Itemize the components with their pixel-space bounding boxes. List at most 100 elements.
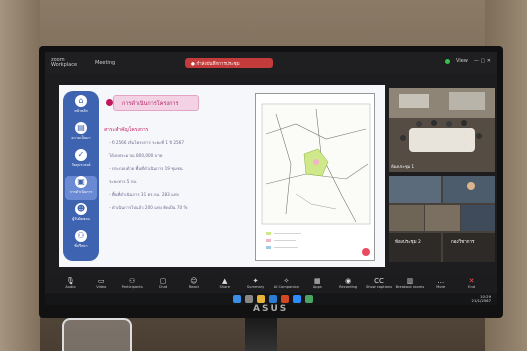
sidebar-item-background[interactable]: ▤ ความเป็นมา — [65, 122, 97, 146]
toolbar-label: More — [436, 285, 446, 289]
group-icon: ⚇ — [75, 230, 87, 242]
room-background: zoom Workplace Meeting ● กำลังบันทึกการป… — [0, 0, 527, 351]
toolbar-label: Chat — [158, 285, 168, 289]
bullet-line: ระยะทาง 5 กม. — [109, 179, 138, 184]
briefcase-icon: ▣ — [75, 176, 87, 188]
summary-button[interactable]: ✦ Summary — [240, 277, 271, 289]
toolbar-label: End — [468, 285, 476, 289]
slide-subheading: สาระสำคัญโครงการ — [104, 127, 149, 133]
breakout-icon: ▥ — [406, 277, 414, 285]
windows-start-icon[interactable] — [233, 295, 241, 303]
clock-date: 21/1/2567 — [471, 298, 491, 303]
meeting-room-image — [389, 88, 495, 152]
taskbar-clock[interactable]: 10:29 21/1/2567 — [472, 295, 491, 303]
sidebar-item-objectives[interactable]: ✓ วัตถุประสงค์ — [65, 149, 97, 173]
bullet-line: ได้งบประมาณ 800,000 บาท — [109, 153, 163, 158]
file-explorer-icon[interactable] — [257, 295, 265, 303]
recording-pill[interactable]: ● กำลังบันทึกการประชุม — [185, 58, 273, 68]
sidebar-item-operations[interactable]: ▣ การดำเนินการ — [65, 176, 97, 200]
zoom-titlebar: zoom Workplace Meeting ● กำลังบันทึกการป… — [45, 52, 497, 74]
toolbar-label: Audio — [65, 285, 76, 289]
area-map — [255, 93, 375, 261]
participants-button[interactable]: ⚇ Participants — [117, 277, 148, 289]
app-name: zoom Workplace — [51, 57, 78, 68]
asus-logo: ASUS — [253, 304, 289, 314]
recording-button[interactable]: ◉ Recording — [333, 277, 364, 289]
toolbar-label: Share — [219, 285, 230, 289]
toolbar-label: Video — [96, 285, 107, 289]
meeting-label[interactable]: Meeting — [95, 60, 115, 66]
search-icon[interactable] — [245, 295, 253, 303]
more-button[interactable]: … More — [425, 277, 456, 289]
sidebar-item-advisors[interactable]: ⚇ ที่ปรึกษา — [65, 230, 97, 254]
participant-name: ห้องประชุม 1 — [391, 163, 414, 169]
chrome-icon[interactable] — [305, 295, 313, 303]
sidebar-item-responsible[interactable]: ☻ ผู้รับผิดชอบ — [65, 203, 97, 227]
sidebar-item-home[interactable]: ⌂ หน้าหลัก — [65, 95, 97, 119]
map-drawing — [261, 103, 371, 256]
zoom-icon[interactable] — [293, 295, 301, 303]
slide-heading: การดำเนินการโครงการ — [113, 95, 199, 111]
share-icon: ▲ — [222, 277, 228, 285]
heading-bullet — [106, 99, 113, 106]
bullet-line: - พื้นที่ดำเนินการ 31 ตร.กม. 283 แห่ง — [109, 192, 179, 197]
monitor: zoom Workplace Meeting ● กำลังบันทึกการป… — [39, 46, 503, 318]
react-button[interactable]: ☺ React — [178, 277, 209, 289]
chat-button[interactable]: ▢ Chat — [148, 277, 179, 289]
screen: zoom Workplace Meeting ● กำลังบันทึกการป… — [45, 52, 497, 305]
taskbar-icons — [233, 295, 313, 303]
video-icon: ▭ — [97, 277, 105, 285]
sidebar-item-label: ความเป็นมา — [71, 136, 91, 140]
apps-button[interactable]: ▦ Apps — [302, 277, 333, 289]
chat-icon: ▢ — [159, 277, 167, 285]
sidebar-item-label: ผู้รับผิดชอบ — [72, 217, 90, 221]
captions-button[interactable]: CC Show captions — [364, 277, 395, 289]
toolbar-label: React — [188, 285, 199, 289]
microphone-icon: 🎙 — [65, 277, 75, 285]
id-card-icon: ▤ — [75, 122, 87, 134]
toolbar-label: Recording — [339, 285, 358, 289]
share-button[interactable]: ▲ Share — [209, 277, 240, 289]
participant-name: ห้องประชุม 2 — [395, 240, 421, 245]
participant-video-1[interactable]: ห้องประชุม 1 — [389, 88, 495, 172]
sidebar-item-label: วัตถุประสงค์ — [71, 163, 91, 167]
participant-name: กองวิชาการ — [451, 240, 475, 245]
window-controls[interactable]: — ▢ ✕ — [474, 58, 491, 64]
sidebar-item-label: ที่ปรึกษา — [74, 244, 88, 248]
end-button[interactable]: ✕ End — [456, 277, 487, 289]
react-icon: ☺ — [190, 277, 198, 285]
shared-screen: ⌂ หน้าหลัก ▤ ความเป็นมา ✓ วัตถุประสงค์ ▣… — [59, 85, 385, 267]
slide-sidebar: ⌂ หน้าหลัก ▤ ความเป็นมา ✓ วัตถุประสงค์ ▣… — [63, 91, 99, 261]
wall-left — [0, 0, 40, 351]
audio-button[interactable]: 🎙 Audio — [55, 277, 86, 289]
home-icon: ⌂ — [75, 95, 87, 107]
monitor-stand — [245, 318, 277, 351]
participants-icon: ⚇ — [129, 277, 136, 285]
toolbar-label: Apps — [312, 285, 322, 289]
apps-icon: ▦ — [313, 277, 321, 285]
titlebar-right: View — ▢ ✕ — [445, 58, 491, 64]
captions-icon: CC — [374, 277, 384, 285]
meeting-toolbar: 🎙 Audio ▭ Video ⚇ Participants ▢ Chat ☺ React… — [45, 274, 497, 292]
powerpoint-icon[interactable] — [281, 295, 289, 303]
ai-companion-icon: ✧ — [283, 277, 290, 285]
video-button[interactable]: ▭ Video — [86, 277, 117, 289]
participants-grid-image — [389, 176, 495, 262]
toolbar-label: Summary — [246, 285, 265, 289]
summary-icon: ✦ — [252, 277, 259, 285]
ai-companion-button[interactable]: ✧ AI Companion — [271, 277, 302, 289]
breakout-rooms-button[interactable]: ▥ Breakout rooms — [394, 277, 425, 289]
shield-icon — [445, 58, 451, 64]
participant-video-2[interactable]: ห้องประชุม 2 กองวิชาการ — [389, 176, 495, 262]
sidebar-item-label: หน้าหลัก — [74, 109, 88, 113]
bullet-line: - ประกอบด้วย พื้นที่ดำเนินการ 19 ชุมชน — [109, 166, 183, 171]
slide-bullets: - ปี 2566 เริ่มโครงการ ระยะที่ 1 ปี 2567… — [109, 140, 259, 218]
user-icon: ☻ — [75, 203, 87, 215]
bullet-line: - ปี 2566 เริ่มโครงการ ระยะที่ 1 ปี 2567 — [109, 140, 185, 145]
check-icon: ✓ — [75, 149, 87, 161]
record-icon: ◉ — [345, 277, 352, 285]
edge-icon[interactable] — [269, 295, 277, 303]
toolbar-label: Participants — [121, 285, 143, 289]
view-button[interactable]: View — [456, 58, 468, 64]
toolbar-label: AI Companion — [273, 285, 299, 289]
